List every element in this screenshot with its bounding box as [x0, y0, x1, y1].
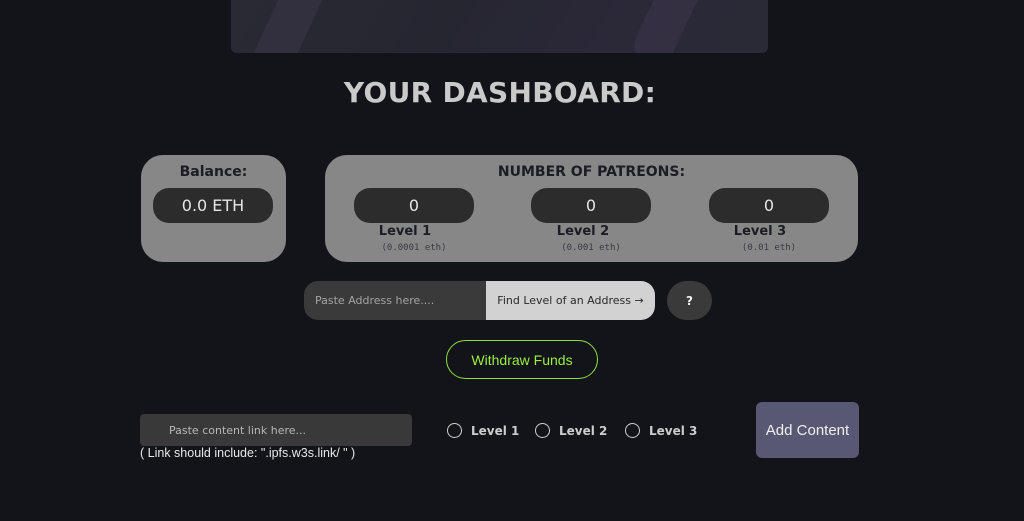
level-2-price: (0.001 eth): [561, 243, 621, 253]
level-2-count: 0: [531, 188, 651, 223]
address-lookup: Find Level of an Address →: [304, 281, 655, 320]
level-2-name: Level 2: [556, 224, 610, 239]
radio-level-2[interactable]: Level 2: [535, 423, 607, 438]
content-link-input[interactable]: [140, 414, 412, 446]
patreons-label: NUMBER OF PATREONS:: [497, 164, 686, 180]
radio-level-3-label: Level 3: [649, 423, 698, 438]
radio-level-1[interactable]: Level 1: [447, 423, 519, 438]
level-1-price: (0.0001 eth): [381, 243, 447, 253]
level-3-price: (0.01 eth): [741, 243, 797, 253]
hero-banner-image: [231, 0, 768, 53]
radio-circle-icon[interactable]: [625, 423, 640, 438]
dashboard-page: YOUR DASHBOARD: Balance: 0.0 ETH NUMBER …: [0, 0, 1024, 521]
page-title: YOUR DASHBOARD:: [343, 76, 657, 109]
radio-level-3[interactable]: Level 3: [625, 423, 697, 438]
add-content-button[interactable]: Add Content: [756, 402, 859, 458]
balance-label: Balance:: [179, 164, 248, 180]
help-button[interactable]: ?: [667, 281, 712, 320]
radio-level-1-label: Level 1: [471, 423, 520, 438]
hero-decoration: [247, 0, 335, 53]
level-1-name: Level 1: [378, 224, 432, 239]
radio-circle-icon[interactable]: [447, 423, 462, 438]
level-3-name: Level 3: [733, 224, 787, 239]
withdraw-funds-button[interactable]: Withdraw Funds: [446, 340, 598, 379]
radio-circle-icon[interactable]: [535, 423, 550, 438]
radio-level-2-label: Level 2: [559, 423, 608, 438]
content-link-hint: ( Link should include: ".ipfs.w3s.link/ …: [140, 446, 356, 460]
level-3-count: 0: [709, 188, 829, 223]
hero-decoration: [627, 0, 715, 53]
level-1-count: 0: [354, 188, 474, 223]
balance-card: Balance: 0.0 ETH: [141, 155, 286, 262]
find-level-button[interactable]: Find Level of an Address →: [486, 281, 655, 320]
patreons-card: NUMBER OF PATREONS: 0 Level 1 (0.0001 et…: [325, 155, 858, 262]
balance-value: 0.0 ETH: [153, 188, 273, 223]
address-input[interactable]: [304, 281, 486, 320]
